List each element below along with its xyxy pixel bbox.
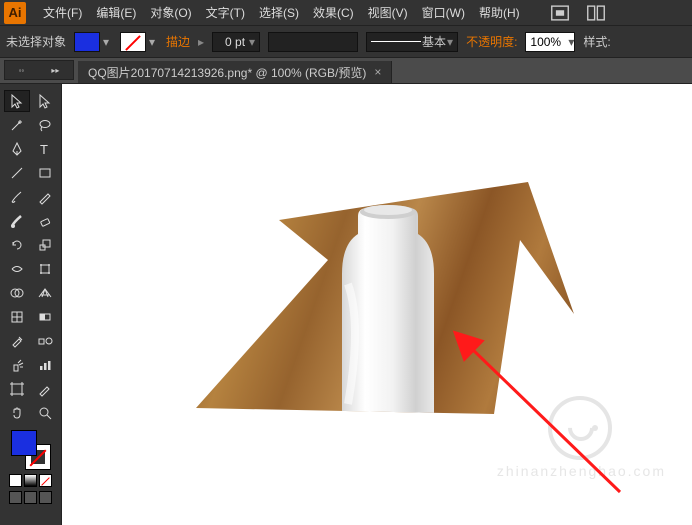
doc-flyout[interactable]: ◦◦▸▸: [4, 60, 74, 80]
color-mode[interactable]: [9, 474, 22, 487]
document-tab-strip: QQ图片20170714213926.png* @ 100% (RGB/预览) …: [0, 58, 692, 84]
paintbrush-tool[interactable]: [4, 186, 30, 208]
brush-line-icon: [371, 41, 421, 42]
control-bar: 未选择对象 ▾ ▾ 描边 ▸ 0 pt ▾ 基本 ▾ 不透明度: 100% ▾ …: [0, 26, 692, 58]
direct-selection-tool[interactable]: [32, 90, 58, 112]
menu-help[interactable]: 帮助(H): [472, 0, 527, 25]
menu-object[interactable]: 对象(O): [143, 0, 198, 25]
width-tool[interactable]: [4, 258, 30, 280]
app-icon: Ai: [4, 2, 26, 24]
menu-type[interactable]: 文字(T): [199, 0, 252, 25]
opacity-value: 100%: [530, 35, 561, 49]
symbol-sprayer-tool[interactable]: [4, 354, 30, 376]
menu-bar: Ai 文件(F) 编辑(E) 对象(O) 文字(T) 选择(S) 效果(C) 视…: [0, 0, 692, 26]
fill-stroke-control[interactable]: [11, 430, 51, 470]
shape-builder-tool[interactable]: [4, 282, 30, 304]
draw-behind[interactable]: [24, 491, 37, 504]
zoom-tool[interactable]: [32, 402, 58, 424]
free-transform-tool[interactable]: [32, 258, 58, 280]
fill-swatch-dropdown[interactable]: ▾: [100, 35, 112, 49]
eraser-tool[interactable]: [32, 210, 58, 232]
gradient-tool[interactable]: [32, 306, 58, 328]
menu-view[interactable]: 视图(V): [361, 0, 415, 25]
stroke-swatch[interactable]: [120, 32, 146, 52]
menu-window[interactable]: 窗口(W): [415, 0, 472, 25]
workspace: T: [0, 84, 692, 525]
menu-edit[interactable]: 编辑(E): [89, 0, 143, 25]
menu-file[interactable]: 文件(F): [36, 0, 89, 25]
rotate-tool[interactable]: [4, 234, 30, 256]
rectangle-tool[interactable]: [32, 162, 58, 184]
stroke-swatch-dropdown[interactable]: ▾: [146, 35, 158, 49]
variable-width-profile[interactable]: [268, 32, 358, 52]
menu-select[interactable]: 选择(S): [252, 0, 306, 25]
stroke-weight-input[interactable]: 0 pt ▾: [212, 32, 260, 52]
hand-tool[interactable]: [4, 402, 30, 424]
opacity-input[interactable]: 100% ▾: [525, 32, 575, 52]
draw-normal[interactable]: [9, 491, 22, 504]
artboard-tool[interactable]: [4, 378, 30, 400]
draw-inside[interactable]: [39, 491, 52, 504]
blend-tool[interactable]: [32, 330, 58, 352]
canvas[interactable]: zhinanzhenghao.com: [62, 84, 692, 525]
tools-panel: T: [0, 84, 62, 525]
blob-brush-tool[interactable]: [4, 210, 30, 232]
mesh-tool[interactable]: [4, 306, 30, 328]
arrange-documents-icon[interactable]: [585, 4, 607, 22]
gradient-mode[interactable]: [24, 474, 37, 487]
brush-definition[interactable]: 基本 ▾: [366, 32, 458, 52]
pen-tool[interactable]: [4, 138, 30, 160]
style-label[interactable]: 样式:: [583, 33, 610, 50]
menu-effect[interactable]: 效果(C): [306, 0, 361, 25]
annotation-arrow: [440, 332, 630, 505]
column-graph-tool[interactable]: [32, 354, 58, 376]
bridge-icon[interactable]: [549, 4, 571, 22]
type-tool[interactable]: T: [32, 138, 58, 160]
none-mode[interactable]: [39, 474, 52, 487]
selection-tool[interactable]: [4, 90, 30, 112]
slice-tool[interactable]: [32, 378, 58, 400]
eyedropper-tool[interactable]: [4, 330, 30, 352]
scale-tool[interactable]: [32, 234, 58, 256]
menu-group: 文件(F) 编辑(E) 对象(O) 文字(T) 选择(S) 效果(C) 视图(V…: [36, 0, 527, 25]
brush-basic-label: 基本: [422, 33, 446, 50]
magic-wand-tool[interactable]: [4, 114, 30, 136]
pencil-tool[interactable]: [32, 186, 58, 208]
stroke-label[interactable]: 描边: [166, 33, 190, 50]
perspective-grid-tool[interactable]: [32, 282, 58, 304]
stroke-weight-value: 0 pt: [225, 35, 245, 49]
selection-status: 未选择对象: [6, 33, 66, 50]
opacity-label[interactable]: 不透明度:: [466, 33, 517, 50]
document-tab-title: QQ图片20170714213926.png* @ 100% (RGB/预览): [88, 64, 366, 81]
svg-text:T: T: [40, 142, 48, 157]
menu-extra: [549, 4, 607, 22]
fill-color[interactable]: [11, 430, 37, 456]
close-icon[interactable]: ×: [374, 65, 381, 79]
document-tab[interactable]: QQ图片20170714213926.png* @ 100% (RGB/预览) …: [78, 61, 392, 83]
line-segment-tool[interactable]: [4, 162, 30, 184]
lasso-tool[interactable]: [32, 114, 58, 136]
fill-swatch[interactable]: [74, 32, 100, 52]
